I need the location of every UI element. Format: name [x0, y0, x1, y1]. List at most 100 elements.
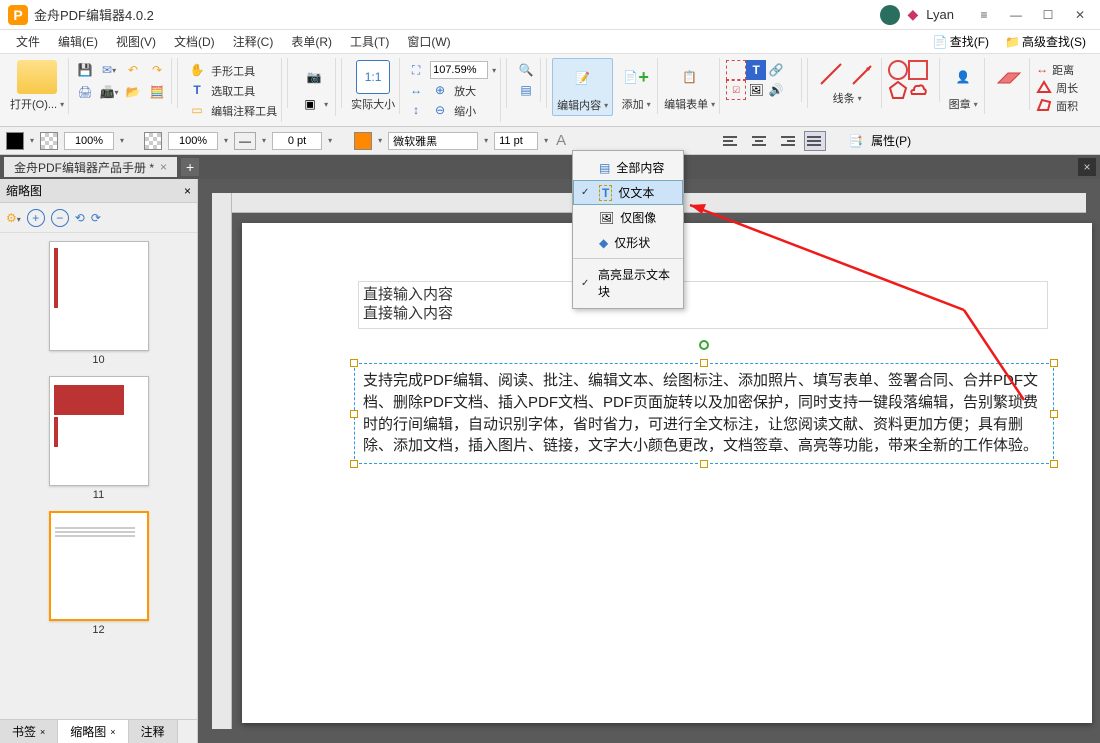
edit-form-icon[interactable]: 📋 — [673, 60, 707, 94]
field-link-icon[interactable]: 🔗 — [766, 60, 786, 80]
arrow-line-icon[interactable] — [849, 60, 877, 88]
menu-document[interactable]: 文档(D) — [166, 31, 223, 52]
text-block-top[interactable]: 直接输入内容 直接输入内容 — [358, 281, 1048, 329]
menu-tools[interactable]: 工具(T) — [342, 31, 397, 52]
sel-handle-n[interactable] — [700, 359, 708, 367]
align-left[interactable] — [720, 131, 742, 151]
hand-icon[interactable]: ✋ — [187, 60, 207, 80]
actual-size-icon[interactable]: 1:1 — [356, 60, 390, 94]
sel-handle-e[interactable] — [1050, 410, 1058, 418]
mail-icon[interactable]: ✉▾ — [99, 60, 119, 80]
field-text-icon[interactable] — [726, 60, 746, 80]
zoom-out-icon[interactable]: ⊖ — [430, 100, 450, 120]
perimeter-icon[interactable] — [1036, 80, 1052, 94]
distance-icon[interactable]: ↔ — [1036, 62, 1048, 76]
minimize-icon[interactable]: — — [1004, 3, 1028, 27]
stroke-opacity-input[interactable] — [168, 132, 218, 150]
sidebar-close-icon[interactable]: × — [184, 184, 191, 198]
thumb-zoom-in-icon[interactable]: + — [27, 209, 45, 227]
tab-add-button[interactable]: + — [181, 158, 199, 176]
edit-content-button[interactable]: 编辑内容▾ — [557, 97, 608, 113]
find-link[interactable]: 📄 查找(F) — [927, 31, 995, 52]
fit-page-icon[interactable]: ⛶ — [406, 60, 426, 80]
properties-link[interactable]: 属性(P) — [871, 132, 911, 149]
sidebar-tab-bookmarks[interactable]: 书签× — [0, 720, 58, 743]
close-icon[interactable]: ✕ — [1068, 3, 1092, 27]
fill-opacity-swatch[interactable] — [40, 132, 58, 150]
menu-window[interactable]: 窗口(W) — [399, 31, 458, 52]
text-select-icon[interactable]: T — [187, 80, 207, 100]
menu-edit[interactable]: 编辑(E) — [50, 31, 106, 52]
stamp-icon[interactable]: 👤 — [946, 60, 980, 94]
stroke-opacity-swatch[interactable] — [144, 132, 162, 150]
stamp-button[interactable]: 图章▾ — [949, 96, 978, 112]
scan-icon[interactable]: 📠▾ — [99, 82, 119, 102]
stroke-width-input[interactable] — [272, 132, 322, 150]
camera-icon[interactable]: 📷 — [297, 60, 331, 94]
sel-handle-ne[interactable] — [1050, 359, 1058, 367]
avatar[interactable] — [880, 5, 900, 25]
sel-handle-s[interactable] — [700, 460, 708, 468]
select-tool[interactable]: 选取工具 — [211, 83, 255, 99]
sel-handle-se[interactable] — [1050, 460, 1058, 468]
edit-annot-icon[interactable]: ▭ — [187, 100, 207, 120]
crop-icon[interactable]: ▣ — [300, 94, 320, 114]
sidebar-tab-thumbnails[interactable]: 缩略图× — [58, 720, 128, 743]
dd-all-content[interactable]: ▤全部内容 — [573, 155, 683, 180]
rect-icon[interactable] — [908, 60, 928, 80]
edit-content-icon[interactable]: 📝 — [566, 61, 600, 95]
cloud-icon[interactable] — [908, 80, 928, 100]
thumb-options-icon[interactable]: ⚙▾ — [6, 211, 21, 225]
zoom-in-icon[interactable]: ⊕ — [430, 80, 450, 100]
fill-opacity-input[interactable] — [64, 132, 114, 150]
tabbar-close-icon[interactable]: × — [1078, 158, 1096, 176]
line-style-picker[interactable]: — — [234, 132, 256, 150]
align-center[interactable] — [748, 131, 770, 151]
pentagon-icon[interactable] — [888, 80, 908, 100]
sidebar-tab-comments[interactable]: 注释 — [129, 720, 178, 743]
save-icon[interactable]: 💾 — [75, 60, 95, 80]
fit-height-icon[interactable]: ↕ — [406, 100, 426, 120]
hand-tool[interactable]: 手形工具 — [211, 63, 255, 79]
eraser-icon[interactable] — [991, 60, 1025, 94]
edit-form-button[interactable]: 编辑表单▾ — [664, 96, 715, 112]
circle-icon[interactable] — [888, 60, 908, 80]
lines-button[interactable]: 线条▾ — [833, 90, 862, 106]
properties-icon[interactable]: 📑 — [846, 132, 865, 150]
menu-comment[interactable]: 注释(C) — [225, 31, 282, 52]
undo-icon[interactable]: ↶ — [123, 60, 143, 80]
add-button[interactable]: 添加▾ — [622, 96, 651, 112]
rotate-handle[interactable] — [699, 340, 709, 350]
sel-handle-sw[interactable] — [350, 460, 358, 468]
font-family-combo[interactable]: 微软雅黑 — [388, 132, 478, 150]
maximize-icon[interactable]: ☐ — [1036, 3, 1060, 27]
rotate-ccw-icon[interactable]: ⟲ — [75, 211, 85, 225]
fit-width-icon[interactable]: ↔ — [406, 80, 426, 100]
align-justify[interactable] — [804, 131, 826, 151]
loupe-icon[interactable]: 🔍 — [516, 60, 536, 80]
dd-image-only[interactable]: 🖼仅图像 — [573, 205, 683, 230]
thumb-zoom-out-icon[interactable]: − — [51, 209, 69, 227]
menu-view[interactable]: 视图(V) — [108, 31, 164, 52]
field-check-icon[interactable]: ☑ — [726, 80, 746, 100]
menu-file[interactable]: 文件 — [8, 31, 48, 52]
thumb-12[interactable]: 12 — [8, 511, 189, 636]
thumb-11[interactable]: 11 — [8, 376, 189, 501]
print-icon[interactable]: 🖨 — [75, 82, 95, 102]
sel-handle-w[interactable] — [350, 410, 358, 418]
nav-pane-icon[interactable]: ▤ — [516, 80, 536, 100]
document-tab[interactable]: 金舟PDF编辑器产品手册 * × — [4, 157, 177, 177]
sel-handle-nw[interactable] — [350, 359, 358, 367]
add-content-icon[interactable]: 📄+ — [619, 60, 653, 94]
font-A-icon[interactable]: A — [554, 130, 568, 151]
align-right[interactable] — [776, 131, 798, 151]
thumb-10[interactable]: 10 — [8, 241, 189, 366]
edit-annot-tool[interactable]: 编辑注释工具 — [211, 103, 277, 119]
tab-close-icon[interactable]: × — [160, 160, 167, 174]
window-menu-icon[interactable]: ≡ — [972, 3, 996, 27]
zoom-input[interactable] — [430, 61, 488, 79]
text-color[interactable] — [354, 132, 372, 150]
area-icon[interactable] — [1036, 98, 1052, 112]
dd-text-only[interactable]: ✓T仅文本 — [573, 180, 683, 205]
advanced-find-link[interactable]: 📁 高级查找(S) — [999, 31, 1092, 52]
